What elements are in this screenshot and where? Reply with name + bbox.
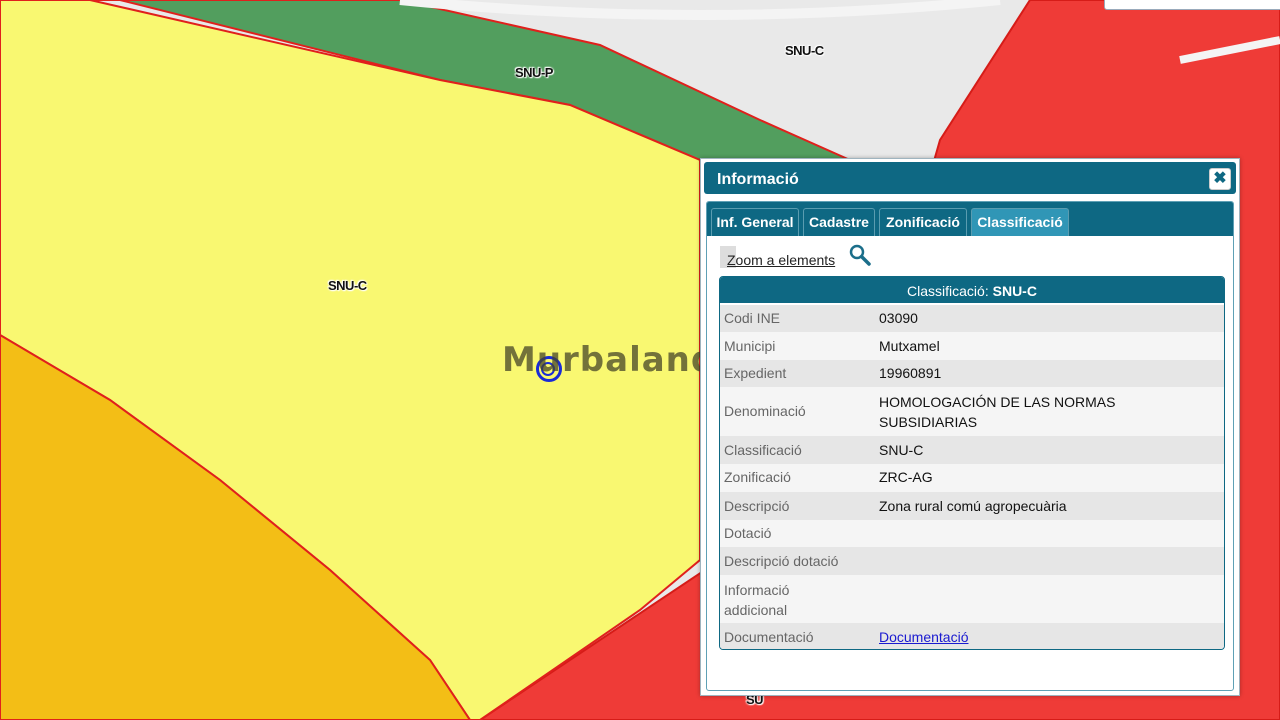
- classification-table: Classificació: SNU-C Codi INE 03090 Muni…: [719, 276, 1225, 650]
- panel-body: Inf. General Cadastre Zonificació Classi…: [706, 201, 1234, 691]
- row-value: Zona rural comú agropecuària: [879, 498, 1067, 514]
- table-row: Expedient 19960891: [720, 360, 1224, 387]
- info-panel: Informació ✖ Inf. General Cadastre Zonif…: [700, 158, 1240, 696]
- row-label: Zonificació: [724, 469, 791, 485]
- panel-title: Informació: [717, 171, 799, 188]
- row-value: Documentació: [879, 629, 1209, 645]
- table-row: Descripció dotació: [720, 547, 1224, 575]
- row-label: Municipi: [724, 338, 776, 354]
- magnifier-icon[interactable]: [849, 244, 871, 266]
- tab-inf-general[interactable]: Inf. General: [711, 208, 799, 236]
- table-row: Classificació SNU-C: [720, 436, 1224, 464]
- table-row: Documentació Documentació: [720, 623, 1224, 649]
- row-label: Documentació: [724, 629, 814, 645]
- row-label: Denominació: [724, 403, 806, 419]
- table-row: Municipi Mutxamel: [720, 332, 1224, 360]
- row-label: Descripció: [724, 498, 790, 514]
- row-label: Dotació: [724, 525, 772, 541]
- row-value: ZRC-AG: [879, 469, 933, 485]
- zone-label-snu-c-center: SNU-C: [328, 278, 367, 293]
- tab-cadastre[interactable]: Cadastre: [803, 208, 875, 236]
- table-row: Denominació HOMOLOGACIÓN DE LAS NORMAS S…: [720, 387, 1224, 436]
- zone-label-snu-p: SNU-P: [515, 65, 553, 80]
- row-label: Classificació: [724, 442, 802, 458]
- documentation-link[interactable]: Documentació: [879, 629, 969, 645]
- row-value: SNU-C: [879, 442, 924, 458]
- tab-bar: Inf. General Cadastre Zonificació Classi…: [707, 202, 1233, 236]
- row-label: Descripció dotació: [724, 553, 839, 569]
- tab-zonificacio[interactable]: Zonificació: [879, 208, 967, 236]
- close-icon[interactable]: ✖: [1209, 168, 1231, 190]
- zoom-to-elements-link[interactable]: Zoom a elements: [727, 252, 835, 268]
- row-label: Codi INE: [724, 310, 781, 326]
- zone-label-snu-c-top: SNU-C: [785, 43, 824, 58]
- table-row: Zonificació ZRC-AG: [720, 464, 1224, 492]
- table-row: Codi INE 03090: [720, 305, 1224, 332]
- row-value: 03090: [879, 310, 918, 326]
- row-value: 19960891: [879, 365, 942, 381]
- tab-classificacio[interactable]: Classificació: [971, 208, 1069, 236]
- table-header-value: SNU-C: [992, 283, 1037, 299]
- row-value: Mutxamel: [879, 338, 940, 354]
- panel-header: Informació ✖: [704, 162, 1236, 194]
- row-value: HOMOLOGACIÓN DE LAS NORMAS SUBSIDIARIAS: [879, 394, 1116, 430]
- map-search-box[interactable]: [1104, 0, 1280, 10]
- row-label: Expedient: [724, 365, 787, 381]
- row-label: Informació addicional: [724, 582, 790, 618]
- table-row: Informació addicional: [720, 575, 1224, 623]
- table-header: Classificació: SNU-C: [720, 277, 1224, 303]
- table-row: Descripció Zona rural comú agropecuària: [720, 492, 1224, 520]
- table-header-prefix: Classificació:: [907, 283, 993, 299]
- table-row: Dotació: [720, 520, 1224, 547]
